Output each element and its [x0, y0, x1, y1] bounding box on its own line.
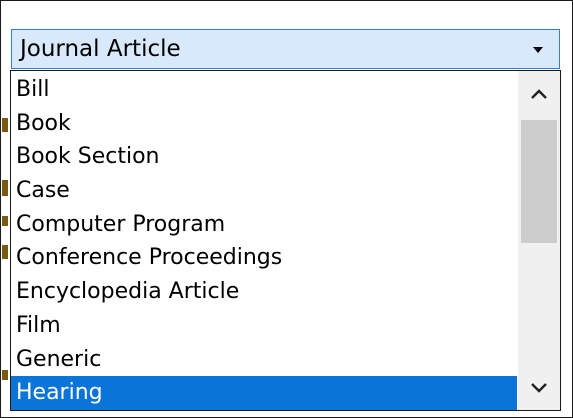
scroll-up-button[interactable]: [518, 77, 560, 110]
option-book[interactable]: Book: [11, 107, 517, 141]
option-conference-proceedings[interactable]: Conference Proceedings: [11, 241, 517, 275]
chevron-up-icon: [531, 88, 547, 99]
vertical-scrollbar[interactable]: [518, 71, 560, 410]
option-bill[interactable]: Bill: [11, 73, 517, 107]
chevron-down-icon: [531, 382, 547, 393]
caret-down-icon[interactable]: [533, 47, 543, 53]
option-book-section[interactable]: Book Section: [11, 140, 517, 174]
scrollbar-thumb[interactable]: [521, 120, 557, 243]
scroll-down-button[interactable]: [518, 371, 560, 404]
background-edge-marks: [0, 70, 10, 411]
option-hearing[interactable]: Hearing: [11, 376, 517, 410]
option-computer-program[interactable]: Computer Program: [11, 208, 517, 242]
option-generic[interactable]: Generic: [11, 343, 517, 377]
options-list: Bill Book Book Section Case Computer Pro…: [11, 73, 517, 410]
reference-type-selected-value: Journal Article: [20, 36, 181, 62]
reference-type-select[interactable]: Journal Article: [11, 29, 560, 69]
option-encyclopedia-article[interactable]: Encyclopedia Article: [11, 275, 517, 309]
option-film[interactable]: Film: [11, 309, 517, 343]
option-case[interactable]: Case: [11, 174, 517, 208]
reference-type-dropdown-list: Bill Book Book Section Case Computer Pro…: [10, 70, 561, 411]
